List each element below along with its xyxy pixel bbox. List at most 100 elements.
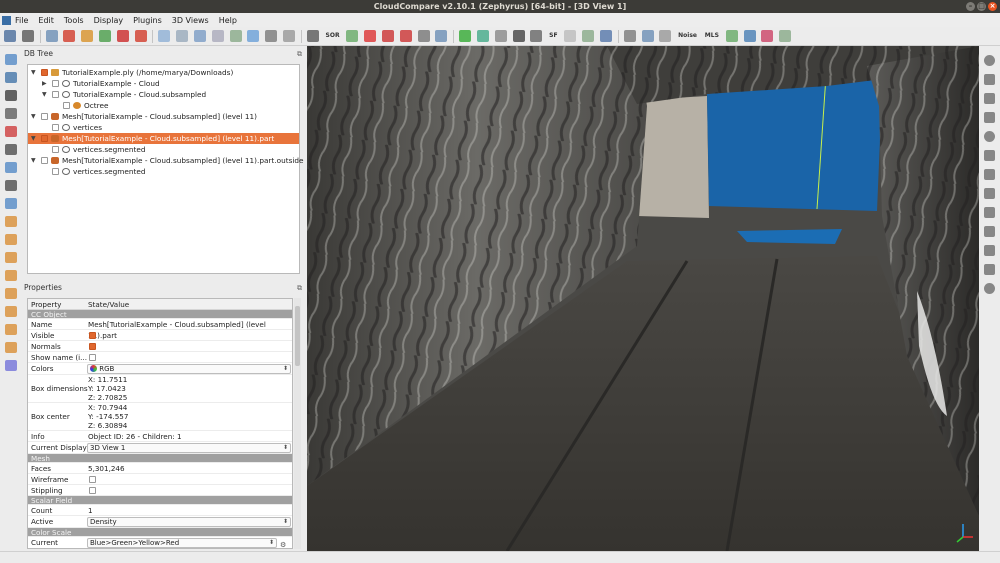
- expand-down-icon[interactable]: ▼: [31, 155, 36, 166]
- camera-icon[interactable]: [5, 72, 17, 83]
- circle-icon[interactable]: [984, 283, 995, 294]
- tree-item[interactable]: ▼ Mesh[TutorialExample - Cloud.subsampled…: [28, 133, 299, 144]
- stippling-checkbox[interactable]: [89, 487, 96, 494]
- colors-icon[interactable]: [5, 360, 17, 371]
- menu-file[interactable]: File: [15, 16, 28, 25]
- image-icon[interactable]: [641, 30, 654, 42]
- pick-icon[interactable]: [364, 30, 377, 42]
- iso-view-2-icon[interactable]: [5, 342, 17, 353]
- plus-icon[interactable]: [512, 30, 525, 42]
- zoom-icon[interactable]: [5, 198, 17, 209]
- red-square-icon[interactable]: [399, 30, 412, 42]
- 3d-view[interactable]: [307, 46, 979, 551]
- register-icon[interactable]: [265, 30, 278, 42]
- expand-down-icon[interactable]: ▼: [42, 89, 47, 100]
- align-icon[interactable]: [247, 30, 260, 42]
- tree-item[interactable]: vertices.segmented: [28, 144, 299, 155]
- pin-icon[interactable]: [984, 112, 995, 123]
- tree-checkbox[interactable]: [41, 69, 48, 76]
- gear-icon[interactable]: ⚙: [280, 539, 286, 548]
- properties-scrollbar[interactable]: [294, 298, 301, 549]
- sphere-icon[interactable]: [659, 30, 672, 42]
- poisson-icon[interactable]: [725, 30, 738, 42]
- crosshair-icon[interactable]: [5, 180, 17, 191]
- save-icon[interactable]: [21, 30, 34, 42]
- menu-edit[interactable]: Edit: [38, 16, 54, 25]
- dip-icon[interactable]: [435, 30, 448, 42]
- expand-down-icon[interactable]: ▼: [31, 67, 36, 78]
- tree-checkbox[interactable]: [63, 102, 70, 109]
- compass-icon[interactable]: [984, 188, 995, 199]
- segment-icon[interactable]: [81, 30, 94, 42]
- scale-icon[interactable]: [5, 90, 17, 101]
- tree-item[interactable]: ▶ TutorialExample - Cloud: [28, 78, 299, 89]
- wireframe-checkbox[interactable]: [89, 476, 96, 483]
- viewport-icon[interactable]: [5, 54, 17, 65]
- grid-icon[interactable]: [306, 30, 319, 42]
- compute-normals-icon[interactable]: [193, 30, 206, 42]
- gradient-icon[interactable]: [530, 30, 543, 42]
- tree-checkbox[interactable]: [52, 91, 59, 98]
- color-scale-select[interactable]: Blue>Green>Yellow>Red ⬍: [87, 538, 277, 548]
- show-name-checkbox[interactable]: [89, 354, 96, 361]
- cut-icon[interactable]: [417, 30, 430, 42]
- level-icon[interactable]: [984, 150, 995, 161]
- facets-icon[interactable]: [779, 30, 792, 42]
- delete-scalar-icon[interactable]: [158, 30, 171, 42]
- mls-icon[interactable]: MLS: [704, 30, 720, 42]
- orient-icon[interactable]: [211, 30, 224, 42]
- tree-checkbox[interactable]: [41, 157, 48, 164]
- undock-icon[interactable]: ⧉: [297, 48, 302, 60]
- sor-filter-icon[interactable]: SOR: [325, 30, 341, 42]
- menu-help[interactable]: Help: [219, 16, 237, 25]
- perspective-icon[interactable]: [5, 162, 17, 173]
- close-window-icon[interactable]: ×: [988, 2, 997, 11]
- tree-item[interactable]: vertices.segmented: [28, 166, 299, 177]
- expand-down-icon[interactable]: ▼: [31, 111, 36, 122]
- sample-icon[interactable]: [134, 30, 147, 42]
- camera-icon[interactable]: [623, 30, 636, 42]
- tree-item[interactable]: Octree: [28, 100, 299, 111]
- tree-checkbox[interactable]: [52, 80, 59, 87]
- menu-display[interactable]: Display: [94, 16, 124, 25]
- tree-checkbox[interactable]: [41, 113, 48, 120]
- current-display-select[interactable]: 3D View 1 ⬍: [87, 443, 291, 453]
- filter-icon[interactable]: [476, 30, 489, 42]
- clipping-icon[interactable]: [984, 55, 995, 66]
- minimize-icon[interactable]: –: [966, 2, 975, 11]
- colors-select[interactable]: RGB ⬍: [87, 364, 291, 374]
- translate-icon[interactable]: [63, 30, 76, 42]
- coordinate-icon[interactable]: [564, 30, 577, 42]
- expand-down-icon[interactable]: ▼: [31, 133, 36, 144]
- tree-checkbox[interactable]: [52, 124, 59, 131]
- canupo-icon[interactable]: [761, 30, 774, 42]
- sun-icon[interactable]: [984, 93, 995, 104]
- normals-checkbox[interactable]: [89, 343, 96, 350]
- tree-checkbox[interactable]: [52, 168, 59, 175]
- tree-checkbox[interactable]: [52, 146, 59, 153]
- pick-center-icon[interactable]: [45, 30, 58, 42]
- zoom-fit-icon[interactable]: [984, 226, 995, 237]
- measure-icon[interactable]: [984, 169, 995, 180]
- tree-item[interactable]: ▼ Mesh[TutorialExample - Cloud.subsampled…: [28, 111, 299, 122]
- check-icon[interactable]: [346, 30, 359, 42]
- tree-item[interactable]: vertices: [28, 122, 299, 133]
- right-view-icon[interactable]: [5, 288, 17, 299]
- maximize-icon[interactable]: □: [977, 2, 986, 11]
- menu-tools[interactable]: Tools: [64, 16, 84, 25]
- iso-view-1-icon[interactable]: [5, 324, 17, 335]
- tree-item[interactable]: ▼ Mesh[TutorialExample - Cloud.subsampled…: [28, 155, 304, 166]
- undock-icon[interactable]: ⧉: [297, 282, 302, 294]
- rgb-icon[interactable]: [582, 30, 595, 42]
- top-view-icon[interactable]: [5, 234, 17, 245]
- stereo-icon[interactable]: [984, 207, 995, 218]
- pivot-icon[interactable]: [5, 126, 17, 137]
- light-icon[interactable]: [984, 74, 995, 85]
- delete-icon[interactable]: [116, 30, 129, 42]
- scrollbar-thumb[interactable]: [295, 306, 300, 366]
- info-icon[interactable]: [984, 264, 995, 275]
- visible-checkbox[interactable]: [89, 332, 96, 339]
- merge-icon[interactable]: [98, 30, 111, 42]
- menu-3d-views[interactable]: 3D Views: [172, 16, 209, 25]
- scalar-icon[interactable]: [599, 30, 612, 42]
